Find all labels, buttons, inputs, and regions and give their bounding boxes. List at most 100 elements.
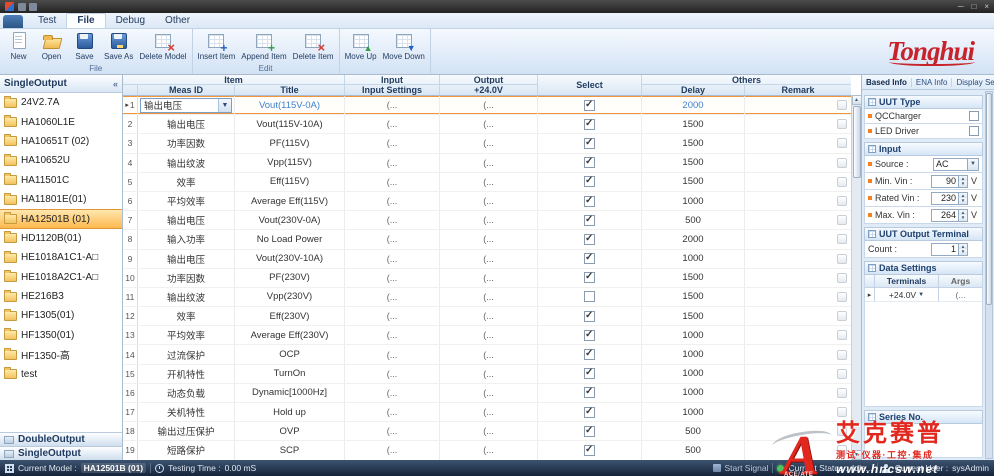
remark-cell[interactable] [745, 441, 851, 459]
row-number[interactable]: 3 [123, 134, 138, 152]
meas-id-cell[interactable]: 输出电压 [138, 250, 235, 268]
panel-scroll-thumb[interactable] [986, 93, 992, 305]
maximize-button[interactable]: □ [971, 3, 976, 11]
terminal-combobox[interactable]: +24.0V ▼ [875, 288, 939, 301]
ds-data-row[interactable]: ▸ +24.0V ▼ (... [865, 288, 982, 302]
select-checkbox[interactable] [584, 100, 595, 111]
scroll-down-icon[interactable]: ▼ [852, 450, 862, 460]
sidebar-item-test[interactable]: test [0, 364, 122, 383]
select-cell[interactable] [538, 345, 642, 363]
input-settings-cell[interactable]: (... [345, 326, 440, 344]
remark-cell[interactable] [745, 173, 851, 191]
select-checkbox[interactable] [584, 387, 595, 398]
meas-id-cell[interactable]: 功率因数 [138, 269, 235, 287]
ribbon-button-append-item[interactable]: Append Item [238, 30, 289, 64]
chevron-down-icon[interactable]: ▼ [918, 292, 924, 298]
uut-type-header[interactable]: UUT Type [864, 95, 983, 109]
title-cell[interactable]: Average Eff(230V) [235, 326, 345, 344]
delay-cell[interactable]: 1000 [642, 384, 745, 402]
input-settings-cell[interactable]: (... [345, 211, 440, 229]
delay-cell[interactable]: 500 [642, 441, 745, 459]
delay-cell[interactable]: 500 [642, 211, 745, 229]
select-checkbox[interactable] [584, 426, 595, 437]
meas-id-cell[interactable]: 功率因数 [138, 134, 235, 152]
count-value[interactable]: 1 [931, 243, 959, 256]
input-settings-cell[interactable]: (... [345, 422, 440, 440]
remark-cell[interactable] [745, 403, 851, 421]
input-settings-cell[interactable]: (... [345, 192, 440, 210]
chevron-down-icon[interactable]: ▼ [218, 99, 231, 112]
delay-cell[interactable]: 1500 [642, 173, 745, 191]
row-number[interactable]: 7 [123, 211, 138, 229]
output-cell[interactable]: (... [440, 134, 538, 152]
select-checkbox[interactable] [584, 272, 595, 283]
sidebar-item-he216b3[interactable]: HE216B3 [0, 287, 122, 306]
row-number[interactable]: 13 [123, 326, 138, 344]
input-settings-cell[interactable]: (... [345, 345, 440, 363]
data-settings-header[interactable]: Data Settings [864, 261, 983, 275]
output-cell[interactable]: (... [440, 365, 538, 383]
title-cell[interactable]: Eff(115V) [235, 173, 345, 191]
ribbon-button-move-up[interactable]: Move Up [342, 30, 380, 64]
collapse-icon[interactable]: « [113, 79, 118, 89]
ribbon-button-open[interactable]: Open [35, 30, 68, 64]
title-cell[interactable]: Dynamic[1000Hz] [235, 384, 345, 402]
meas-id-cell[interactable]: 输出纹波 [138, 288, 235, 306]
output-cell[interactable]: (... [440, 326, 538, 344]
remark-cell[interactable] [745, 384, 851, 402]
select-cell[interactable] [538, 403, 642, 421]
row-number[interactable]: 18 [123, 422, 138, 440]
select-checkbox[interactable] [584, 445, 595, 456]
scroll-thumb[interactable] [853, 106, 861, 178]
select-cell[interactable] [538, 250, 642, 268]
select-checkbox[interactable] [584, 138, 595, 149]
title-cell[interactable]: Vout(115V-0A) [235, 96, 345, 114]
sidebar-item-he1018a1c1-a[interactable]: HE1018A1C1-A□ [0, 248, 122, 267]
title-cell[interactable]: Hold up [235, 403, 345, 421]
meas-id-cell[interactable]: 关机特性 [138, 403, 235, 421]
terminal-header[interactable]: UUT Output Terminal [864, 227, 983, 241]
title-cell[interactable]: Eff(230V) [235, 307, 345, 325]
ribbon-button-save[interactable]: Save [68, 30, 101, 64]
select-cell[interactable] [538, 173, 642, 191]
output-cell[interactable]: (... [440, 403, 538, 421]
input-header[interactable]: Input [864, 142, 983, 156]
select-checkbox[interactable] [584, 311, 595, 322]
select-cell[interactable] [538, 441, 642, 459]
select-checkbox[interactable] [584, 176, 595, 187]
meas-id-cell[interactable]: 过流保护 [138, 345, 235, 363]
output-cell[interactable]: (... [440, 384, 538, 402]
row-number[interactable]: 2 [123, 115, 138, 133]
output-cell[interactable]: (... [440, 441, 538, 459]
select-checkbox[interactable] [584, 330, 595, 341]
select-checkbox[interactable] [584, 349, 595, 360]
select-checkbox[interactable] [584, 119, 595, 130]
remark-cell[interactable] [745, 422, 851, 440]
title-cell[interactable]: Vpp(115V) [235, 154, 345, 172]
output-cell[interactable]: (... [440, 154, 538, 172]
sidebar-item-hf1350-01[interactable]: HF1350(01) [0, 326, 122, 345]
output-cell[interactable]: (... [440, 173, 538, 191]
tab-file[interactable]: File [66, 13, 105, 28]
delay-cell[interactable]: 1000 [642, 365, 745, 383]
input-settings-cell[interactable]: (... [345, 154, 440, 172]
remark-cell[interactable] [745, 365, 851, 383]
remark-cell[interactable] [745, 230, 851, 248]
title-cell[interactable]: OVP [235, 422, 345, 440]
row-number[interactable]: 16 [123, 384, 138, 402]
remark-cell[interactable] [745, 211, 851, 229]
output-cell[interactable]: (... [440, 192, 538, 210]
delay-cell[interactable]: 1000 [642, 345, 745, 363]
input-settings-cell[interactable]: (... [345, 441, 440, 459]
meas-id-cell[interactable]: 平均效率 [138, 192, 235, 210]
minimize-button[interactable]: ─ [958, 3, 964, 11]
row-number[interactable]: ▸1 [123, 96, 138, 114]
title-cell[interactable]: No Load Power [235, 230, 345, 248]
output-cell[interactable]: (... [440, 250, 538, 268]
output-cell[interactable]: (... [440, 269, 538, 287]
input-settings-cell[interactable]: (... [345, 250, 440, 268]
select-cell[interactable] [538, 288, 642, 306]
output-cell[interactable]: (... [440, 288, 538, 306]
panel-scrollbar[interactable] [985, 91, 993, 459]
row-number[interactable]: 5 [123, 173, 138, 191]
